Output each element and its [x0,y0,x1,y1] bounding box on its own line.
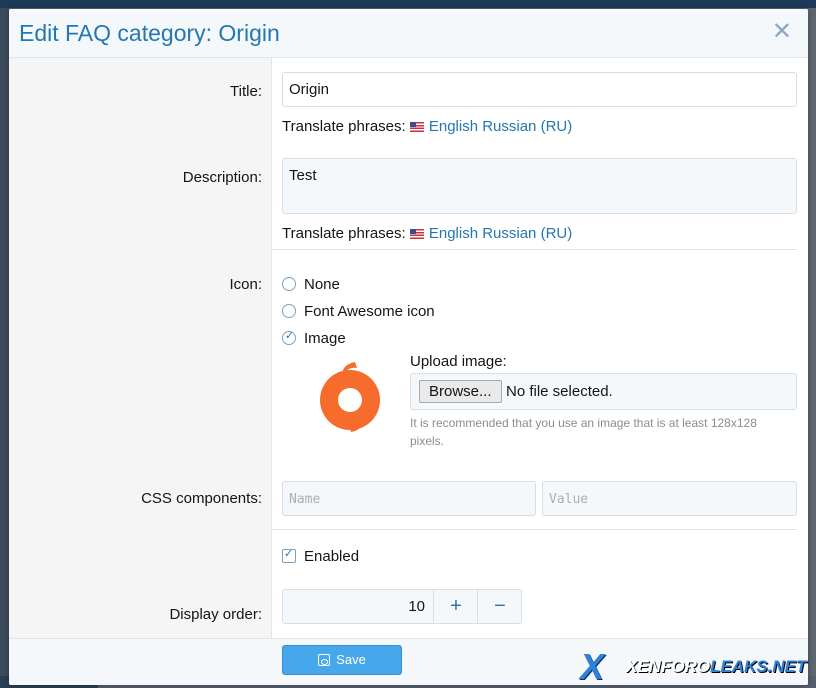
save-icon [318,654,331,666]
watermark-logo: X XENFOROLEAKS.NET [578,648,814,686]
icon-option-none[interactable]: None [282,276,340,293]
description-translate-link[interactable]: English Russian (RU) [429,225,572,242]
icon-option-font-awesome[interactable]: Font Awesome icon [282,303,435,320]
watermark-x: X [580,646,605,687]
background-sidebar [0,8,9,688]
display-order-label: Display order: [169,606,262,623]
save-label: Save [336,652,366,667]
css-components-label: CSS components: [141,490,262,507]
background-header [0,0,816,8]
watermark-text: XENFOROLEAKS.NET [626,657,807,676]
display-order-stepper[interactable]: 10 + − [282,589,522,624]
radio-icon [282,277,296,291]
css-value-input[interactable]: Value [542,481,797,516]
description-textarea[interactable]: Test [282,158,797,214]
dialog-body: Title: Origin Translate phrases: English… [9,58,808,638]
section-divider [272,529,797,530]
dialog-header: Edit FAQ category: Origin ✕ [9,9,808,58]
us-flag-icon [409,122,424,132]
increment-button[interactable]: + [433,590,478,623]
origin-logo [320,362,380,432]
icon-label: Icon: [229,276,262,293]
enabled-checkbox[interactable]: Enabled [282,547,359,565]
radio-icon [282,304,296,318]
save-button[interactable]: Save [282,645,402,675]
title-translate-phrases: Translate phrases: English Russian (RU) [282,118,573,135]
css-name-input[interactable]: Name [282,481,536,516]
description-value: Test [289,167,317,184]
description-translate-phrases: Translate phrases: English Russian (RU) [282,225,573,242]
section-divider [272,249,797,250]
image-size-hint: It is recommended that you use an image … [410,416,757,448]
display-order-value: 10 [408,598,425,615]
file-status: No file selected. [506,383,613,400]
title-translate-link[interactable]: English Russian (RU) [429,118,572,135]
close-icon[interactable]: ✕ [772,19,792,45]
title-input[interactable]: Origin [282,72,797,107]
browse-button[interactable]: Browse... [419,380,502,403]
checkbox-checked-icon [282,547,296,563]
file-upload-field[interactable]: Browse... No file selected. [410,373,797,410]
radio-checked-icon [282,329,296,345]
icon-option-image[interactable]: Image [282,329,346,347]
label-column [9,58,272,638]
description-label: Description: [182,169,262,186]
us-flag-icon [409,229,424,239]
title-label: Title: [230,83,262,100]
edit-faq-category-dialog: Edit FAQ category: Origin ✕ Title: Origi… [9,9,808,685]
css-name-placeholder: Name [289,492,321,507]
title-input-value: Origin [289,81,330,98]
dialog-title: Edit FAQ category: Origin [19,20,280,46]
upload-image-label: Upload image: [410,353,507,370]
css-value-placeholder: Value [549,492,589,507]
decrement-button[interactable]: − [477,590,522,623]
